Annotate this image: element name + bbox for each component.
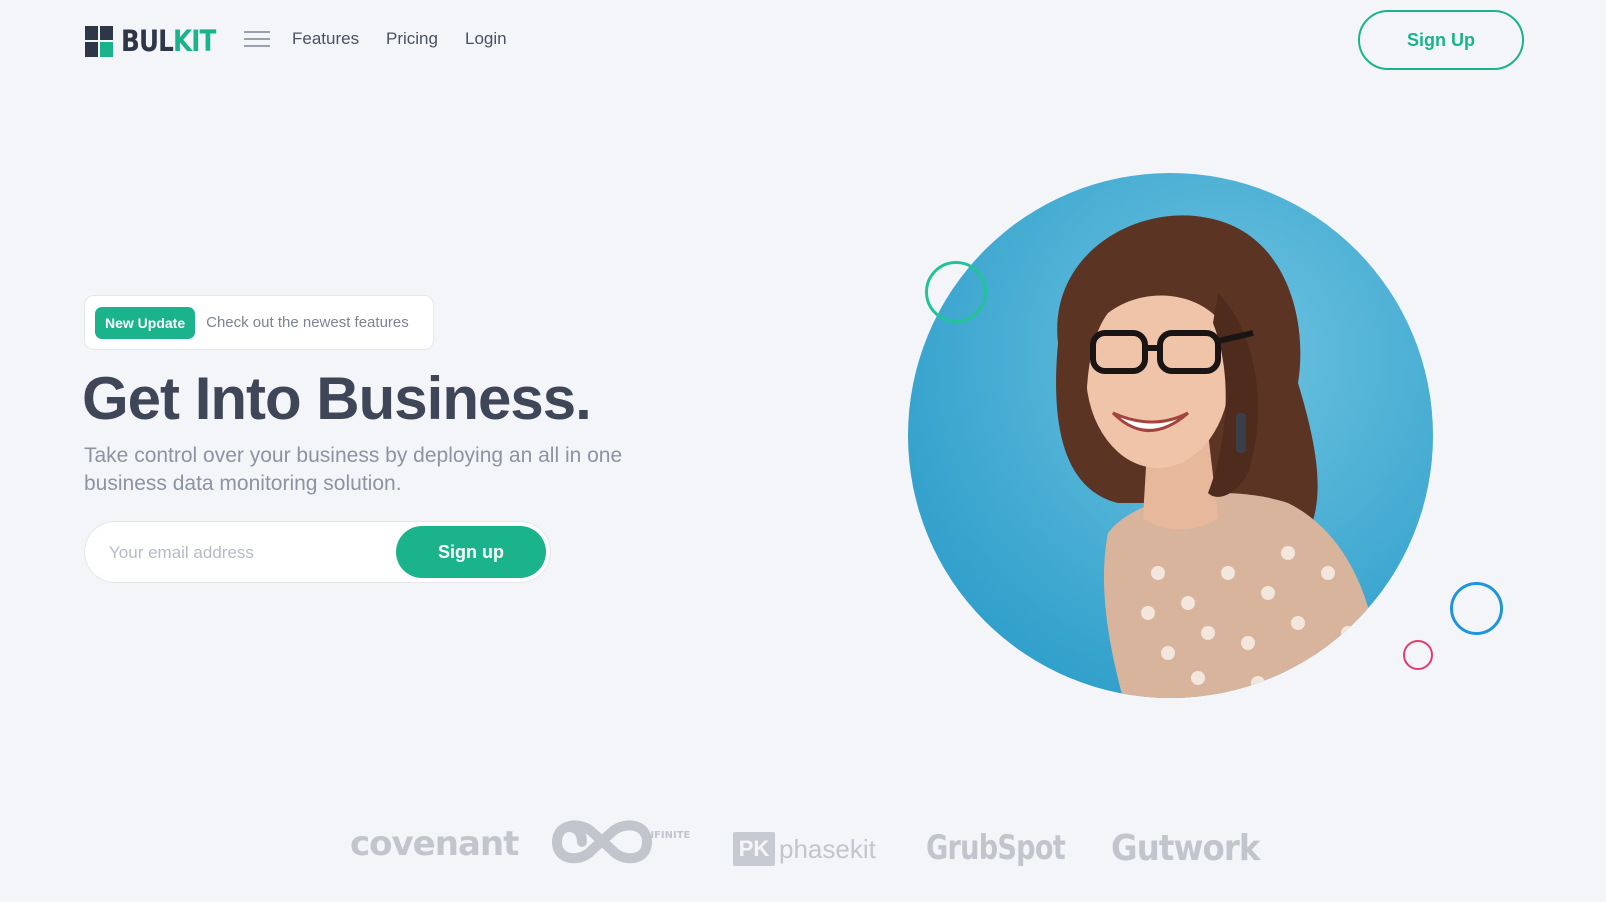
covenant-logo: covenant [350,824,519,864]
decorative-pink-ring [1403,640,1433,670]
email-signup-form: Sign up [84,521,551,583]
client-logos: covenant INFINITE PK phasekit GrubSpot G… [0,812,1606,882]
hero-title: Get Into Business. [82,365,592,432]
gutwork-logo: Gutwork [1111,828,1260,869]
phasekit-logo: PK phasekit [733,832,876,866]
phasekit-name: phasekit [779,833,876,864]
hamburger-menu-icon[interactable] [244,31,270,49]
top-navbar: BULKIT Features Pricing Login Sign Up [0,0,1606,80]
hero-portrait-image [908,173,1433,698]
hero-signup-button[interactable]: Sign up [396,526,546,578]
nav-link-login[interactable]: Login [465,29,507,49]
new-update-badge: New Update [95,306,196,339]
infinite-logo-label: INFINITE [642,830,691,841]
decorative-green-ring [925,261,987,323]
brand-name: BULKIT [121,24,216,58]
logo-mark-icon [85,25,113,57]
decorative-blue-ring [1450,582,1503,635]
grubspot-logo: GrubSpot [926,828,1066,868]
phasekit-mark: PK [733,832,775,866]
nav-signup-button[interactable]: Sign Up [1358,10,1524,70]
nav-link-pricing[interactable]: Pricing [386,29,438,49]
infinite-logo [551,820,653,864]
update-announcement[interactable]: New Update Check out the newest features [84,295,434,350]
brand-logo[interactable]: BULKIT [85,24,232,58]
email-input[interactable] [109,538,369,568]
nav-link-features[interactable]: Features [292,29,359,49]
hero-subtitle: Take control over your business by deplo… [84,444,623,495]
announcement-text: Check out the newest features [206,314,409,331]
